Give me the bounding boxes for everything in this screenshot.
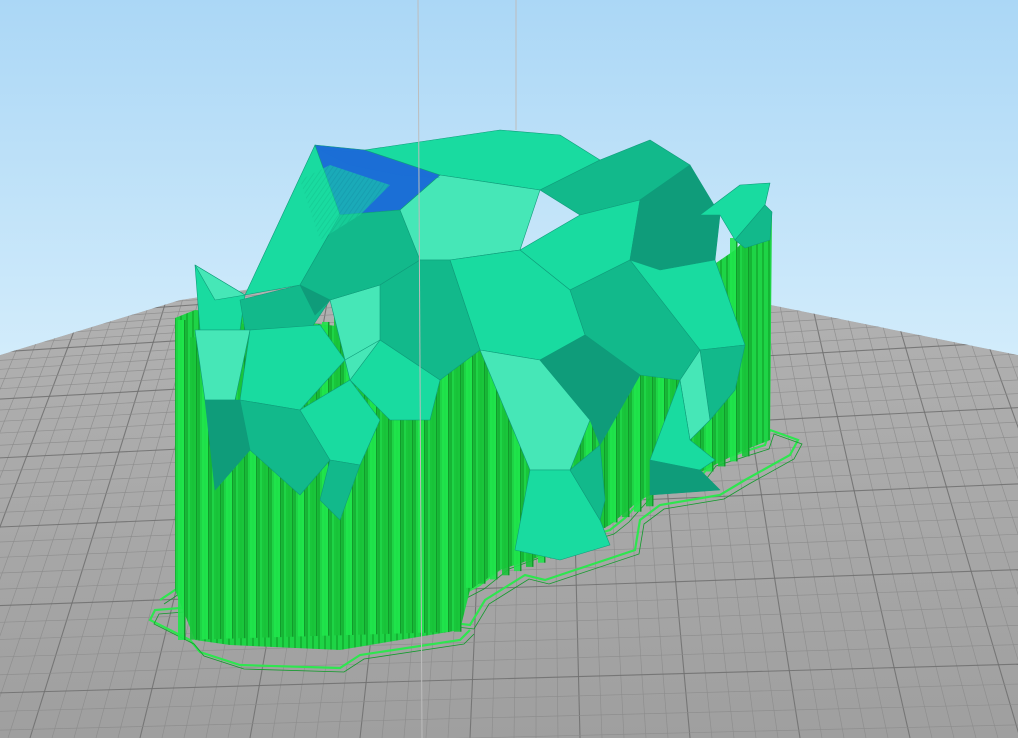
support-column bbox=[466, 326, 472, 588]
support-column bbox=[190, 337, 196, 640]
3d-viewport[interactable]: 3d-slice-preview bbox=[0, 0, 1018, 738]
support-column-shade bbox=[472, 326, 474, 588]
support-column bbox=[178, 320, 184, 640]
support-column bbox=[478, 345, 484, 584]
support-column-shade bbox=[184, 320, 186, 640]
support-column-shade bbox=[484, 345, 486, 584]
support-column-shade bbox=[196, 337, 198, 640]
support-column-shade bbox=[748, 246, 750, 457]
slice-preview-canvas[interactable] bbox=[0, 0, 1018, 738]
